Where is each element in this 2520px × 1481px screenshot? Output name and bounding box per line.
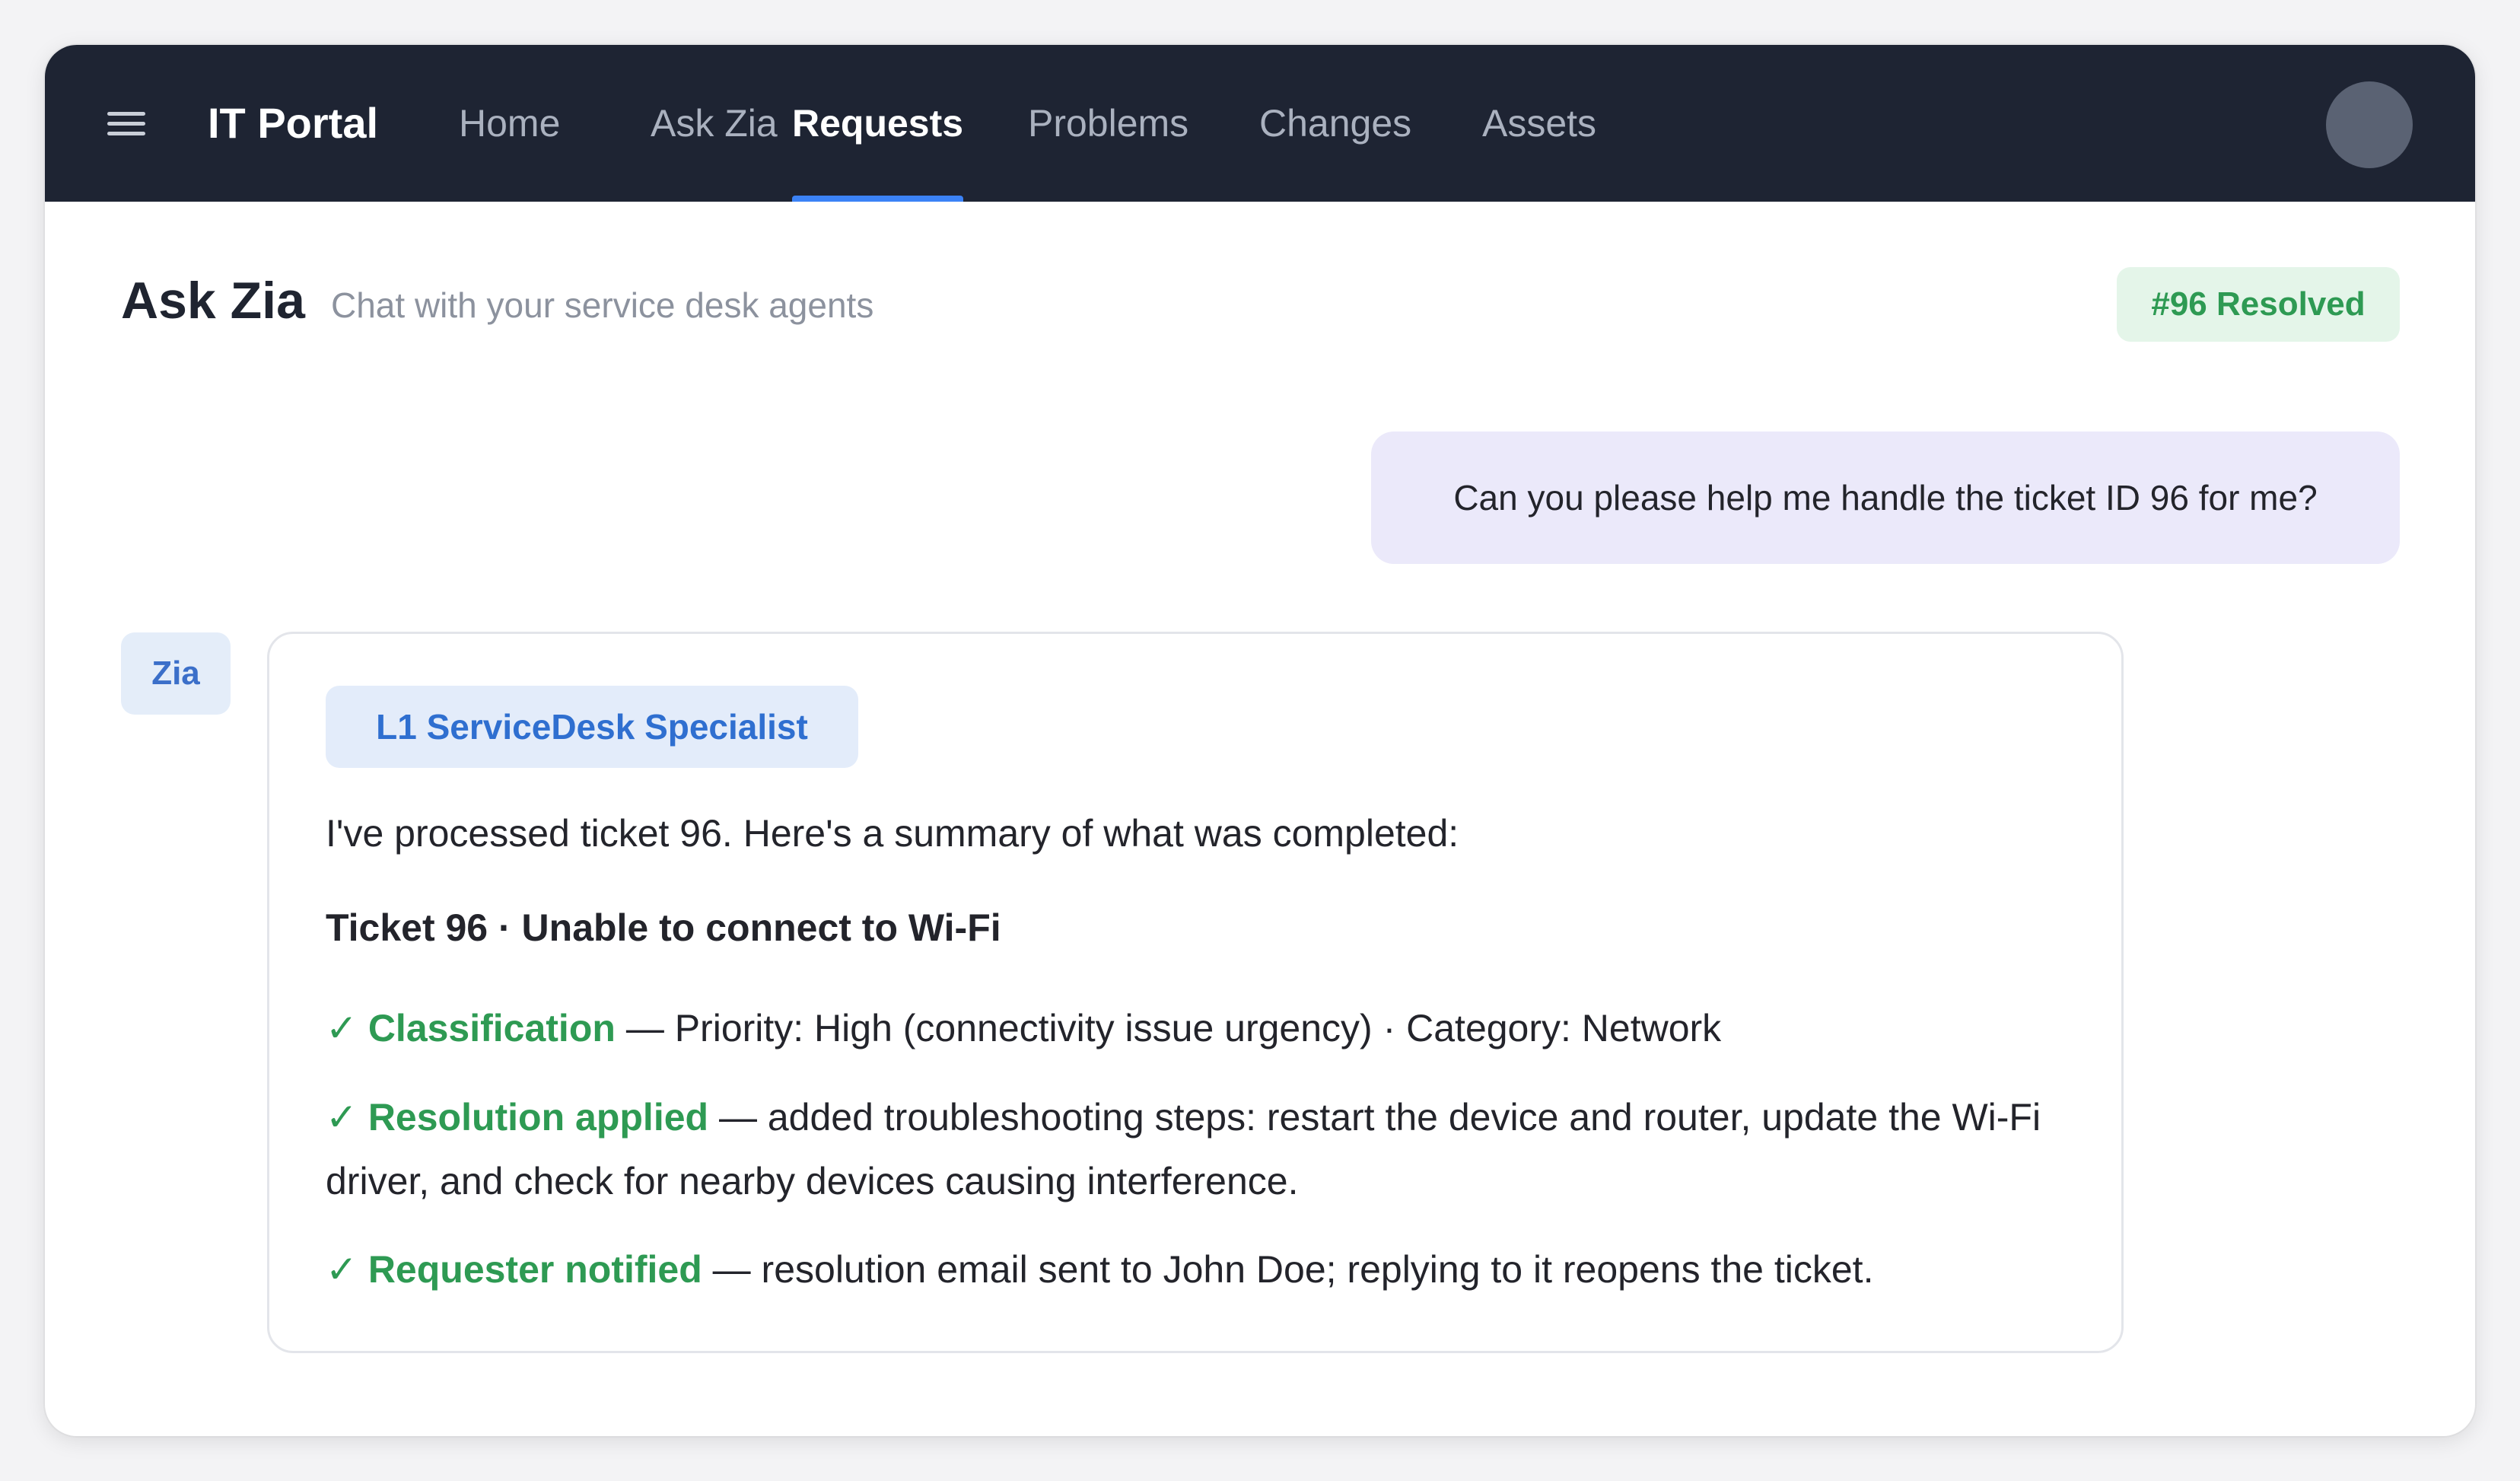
summary-item-title: Resolution applied <box>368 1096 709 1139</box>
nav-item-label: Assets <box>1482 102 1597 145</box>
agent-role-badge: L1 ServiceDesk Specialist <box>326 686 858 768</box>
summary-item-detail: — Priority: High (connectivity issue urg… <box>615 1007 1722 1049</box>
ticket-title: Ticket 96 · Unable to connect to Wi-Fi <box>326 906 1001 949</box>
nav-item-label: Changes <box>1259 102 1412 145</box>
nav-item-home[interactable]: Home <box>459 45 560 202</box>
nav-item-changes[interactable]: Changes <box>1259 45 1411 202</box>
agent-message-card: L1 ServiceDesk Specialist I've processed… <box>267 632 2124 1353</box>
nav-item-label: Ask Zia <box>651 102 778 145</box>
top-navigation-bar: IT Portal Home Ask Zia Requests Problems… <box>45 45 2475 202</box>
status-badge: #96 Resolved <box>2117 267 2400 342</box>
nav-item-label: Problems <box>1028 102 1189 145</box>
hamburger-menu-icon[interactable] <box>107 109 145 138</box>
user-message-bubble: Can you please help me handle the ticket… <box>1371 432 2400 564</box>
nav-item-assets[interactable]: Assets <box>1482 45 1596 202</box>
page-title: Ask Zia <box>121 272 305 330</box>
brand-title[interactable]: IT Portal <box>208 45 378 202</box>
nav-item-problems[interactable]: Problems <box>1028 45 1188 202</box>
nav-item-label: Home <box>459 102 561 145</box>
summary-item-title: Classification <box>368 1007 616 1049</box>
agent-avatar: Zia <box>121 632 231 715</box>
summary-item-classification: ✓ Classification — Priority: High (conne… <box>326 996 2091 1060</box>
active-tab-indicator <box>792 196 964 202</box>
summary-item-detail: — resolution email sent to John Doe; rep… <box>702 1248 1874 1291</box>
agent-intro-text: I've processed ticket 96. Here's a summa… <box>326 812 1459 855</box>
checkmark-icon: ✓ <box>326 1007 358 1049</box>
checkmark-icon: ✓ <box>326 1248 358 1291</box>
nav-item-ask-zia[interactable]: Ask Zia <box>651 45 778 202</box>
summary-item-resolution: ✓ Resolution applied — added troubleshoo… <box>326 1085 2091 1213</box>
summary-item-title: Requester notified <box>368 1248 702 1291</box>
user-avatar[interactable] <box>2326 81 2413 168</box>
summary-item-notified: ✓ Requester notified — resolution email … <box>326 1237 2091 1301</box>
checkmark-icon: ✓ <box>326 1096 358 1139</box>
app-window: IT Portal Home Ask Zia Requests Problems… <box>45 45 2475 1436</box>
page-subtitle: Chat with your service desk agents <box>331 285 874 325</box>
nav-item-label: Requests <box>792 102 964 145</box>
nav-item-requests[interactable]: Requests <box>792 45 964 202</box>
